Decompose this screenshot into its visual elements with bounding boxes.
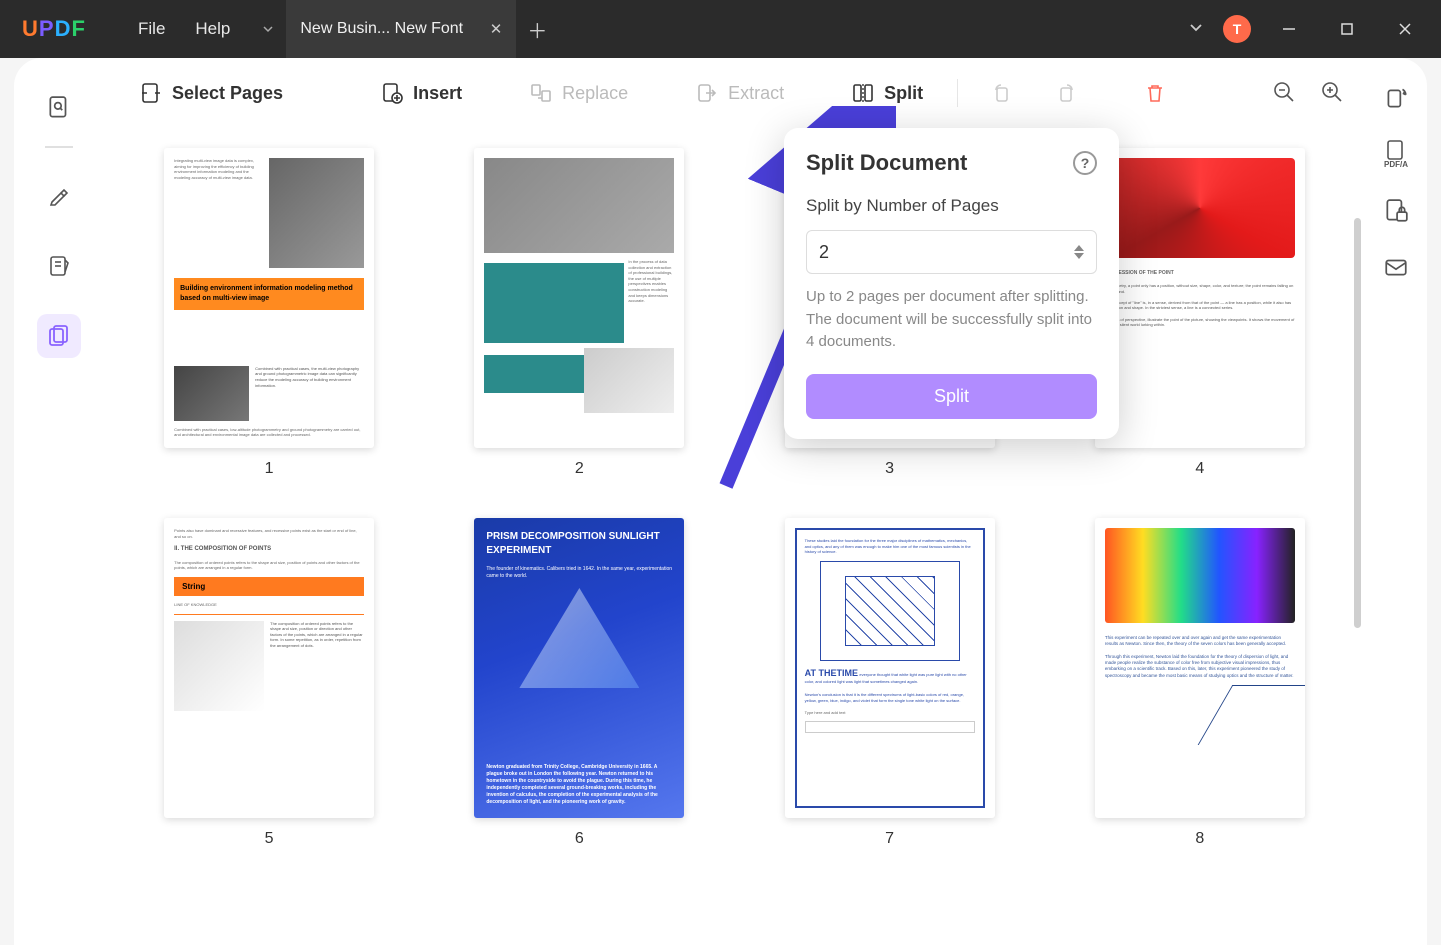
split-icon <box>852 82 874 104</box>
organize-toolbar: Select Pages Insert Replace <box>104 58 1365 128</box>
rotate-right-icon <box>1054 82 1076 104</box>
split-pages-input[interactable] <box>819 242 1074 263</box>
titlebar: UPDF File Help New Busin... New Font ✕ ＋… <box>0 0 1441 58</box>
zoom-in-button[interactable] <box>1321 81 1345 105</box>
popover-help-button[interactable]: ? <box>1073 151 1097 175</box>
mail-icon <box>1383 254 1409 280</box>
tab-close-button[interactable]: ✕ <box>490 20 503 38</box>
popover-title: Split Document <box>806 150 967 176</box>
pdfa-label: PDF/A <box>1384 160 1408 169</box>
page-thumb-2[interactable]: In the process of data collection and ex… <box>444 148 714 478</box>
select-pages-button[interactable]: Select Pages <box>124 74 299 112</box>
new-tab-button[interactable]: ＋ <box>516 0 558 58</box>
sidebar-notes[interactable] <box>37 244 81 288</box>
split-document-popover: Split Document ? Split by Number of Page… <box>784 128 1119 439</box>
zoom-out-button[interactable] <box>1273 81 1297 105</box>
zoom-in-icon <box>1321 81 1343 103</box>
rotate-left-icon <box>992 82 1014 104</box>
rotate-icon <box>1383 85 1409 111</box>
select-pages-label: Select Pages <box>172 83 283 104</box>
page6-title: PRISM DECOMPOSITION SUNLIGHT EXPERIMENT <box>486 530 672 558</box>
popover-description: Up to 2 pages per document after splitti… <box>806 286 1097 354</box>
pages-viewport[interactable]: Integrating multi-view image data is com… <box>104 128 1365 945</box>
tab-list-dropdown[interactable] <box>250 0 286 58</box>
page-number: 5 <box>265 830 274 848</box>
close-icon <box>1398 22 1412 36</box>
stepper-up-button[interactable] <box>1074 245 1084 251</box>
sidebar-organize-pages[interactable] <box>37 314 81 358</box>
menu-file[interactable]: File <box>138 19 165 39</box>
organize-pages-icon <box>47 324 71 348</box>
rotate-page-button[interactable] <box>1382 84 1410 112</box>
right-sidebar: PDF/A <box>1365 58 1427 945</box>
page-number: 8 <box>1195 830 1204 848</box>
chevron-down-icon <box>262 23 274 35</box>
split-pages-stepper[interactable] <box>806 230 1097 274</box>
app-logo: UPDF <box>8 16 98 42</box>
page-number: 1 <box>265 460 274 478</box>
page-number: 7 <box>885 830 894 848</box>
chevron-down-icon <box>1187 18 1205 36</box>
replace-label: Replace <box>562 83 628 104</box>
overflow-dropdown[interactable] <box>1187 18 1205 41</box>
window-minimize-button[interactable] <box>1269 14 1309 44</box>
insert-button[interactable]: Insert <box>365 74 478 112</box>
replace-icon <box>530 82 552 104</box>
page-thumb-1[interactable]: Integrating multi-view image data is com… <box>134 148 404 478</box>
menu-help[interactable]: Help <box>195 19 230 39</box>
sidebar-highlighter[interactable] <box>37 174 81 218</box>
insert-label: Insert <box>413 83 462 104</box>
stepper-down-button[interactable] <box>1074 253 1084 259</box>
page5-knowledge-label: LINE OF KNOWLEDGE <box>174 602 364 608</box>
split-button[interactable]: Split <box>836 74 939 112</box>
left-sidebar <box>14 58 104 945</box>
pdfa-icon <box>1384 140 1408 160</box>
highlighter-icon <box>47 184 71 208</box>
popover-subtitle: Split by Number of Pages <box>806 196 1097 216</box>
page-number: 6 <box>575 830 584 848</box>
delete-button[interactable] <box>1128 74 1182 112</box>
vertical-scrollbar[interactable] <box>1354 218 1361 628</box>
zoom-out-icon <box>1273 81 1295 103</box>
maximize-icon <box>1340 22 1354 36</box>
tab-title: New Busin... New Font <box>300 20 463 38</box>
sidebar-search[interactable] <box>37 86 81 130</box>
insert-icon <box>381 82 403 104</box>
minimize-icon <box>1282 22 1296 36</box>
document-tab[interactable]: New Busin... New Font ✕ <box>286 0 516 58</box>
lock-page-icon <box>1383 198 1409 224</box>
search-page-icon <box>46 95 72 121</box>
window-close-button[interactable] <box>1385 14 1425 44</box>
page-thumb-7[interactable]: These studies laid the foundation for th… <box>755 518 1025 848</box>
extract-icon <box>696 82 718 104</box>
page1-banner: Building environment information modelin… <box>174 278 364 310</box>
page-number: 4 <box>1195 460 1204 478</box>
page-thumb-8[interactable]: This experiment can be repeated over and… <box>1065 518 1335 848</box>
page7-heading: AT THETIME <box>805 668 858 678</box>
notes-icon <box>47 254 71 278</box>
extract-label: Extract <box>728 83 784 104</box>
trash-icon <box>1144 82 1166 104</box>
page5-string-banner: String <box>174 577 364 596</box>
split-label: Split <box>884 83 923 104</box>
rotate-left-button <box>976 74 1030 112</box>
user-avatar[interactable]: T <box>1223 15 1251 43</box>
page5-heading: II. THE COMPOSITION OF POINTS <box>174 545 364 553</box>
sidebar-divider <box>45 146 73 148</box>
select-pages-icon <box>140 82 162 104</box>
window-maximize-button[interactable] <box>1327 14 1367 44</box>
toolbar-separator <box>957 79 958 107</box>
main-content: Select Pages Insert Replace <box>104 58 1365 945</box>
protect-button[interactable] <box>1382 197 1410 225</box>
replace-button: Replace <box>514 74 644 112</box>
pdfa-button[interactable]: PDF/A <box>1382 140 1410 169</box>
page-thumb-5[interactable]: Points also have dominant and recessive … <box>134 518 404 848</box>
page-number: 2 <box>575 460 584 478</box>
rotate-right-button <box>1038 74 1092 112</box>
mail-button[interactable] <box>1382 253 1410 281</box>
popover-split-button[interactable]: Split <box>806 374 1097 419</box>
extract-button: Extract <box>680 74 800 112</box>
page-thumb-6[interactable]: PRISM DECOMPOSITION SUNLIGHT EXPERIMENT … <box>444 518 714 848</box>
page-number: 3 <box>885 460 894 478</box>
